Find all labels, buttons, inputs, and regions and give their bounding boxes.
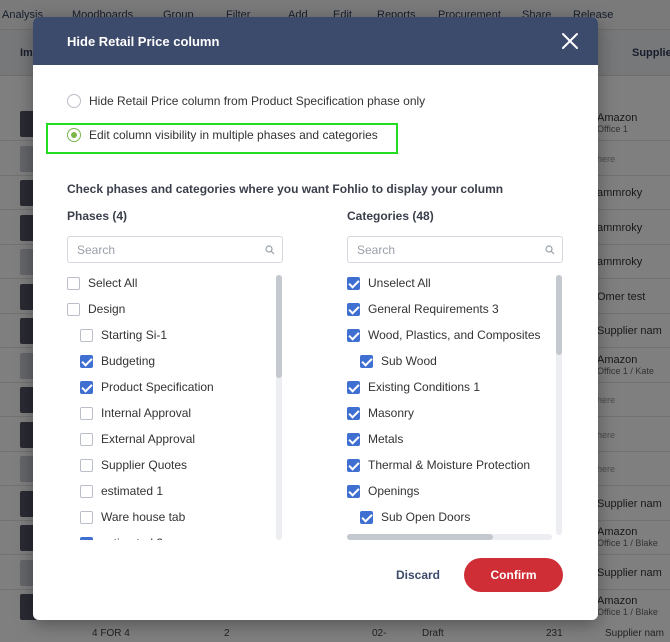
categories-item[interactable]: Openings [347, 484, 419, 498]
categories-item[interactable]: Unselect All [347, 276, 431, 290]
categories-item[interactable]: Existing Conditions 1 [347, 380, 480, 394]
checkbox[interactable] [80, 380, 93, 394]
phases-item[interactable]: Ware house tab [80, 510, 185, 524]
item-label: External Approval [101, 432, 196, 446]
discard-button[interactable]: Discard [383, 558, 453, 592]
phases-item[interactable]: Design [67, 302, 125, 316]
dialog-header: Hide Retail Price column [33, 17, 598, 65]
checkbox[interactable] [347, 406, 360, 420]
item-label: Wood, Plastics, and Composites [368, 328, 541, 342]
item-label: Existing Conditions 1 [368, 380, 481, 394]
phases-search [67, 236, 283, 263]
option-label: Edit column visibility in multiple phase… [89, 128, 378, 142]
checkbox[interactable] [80, 458, 93, 472]
checkbox[interactable] [80, 354, 93, 368]
checkbox[interactable] [347, 458, 360, 472]
item-label: Masonry [368, 406, 415, 420]
item-label: Design [88, 302, 126, 316]
checkbox[interactable] [360, 510, 373, 524]
scrollbar-thumb[interactable] [556, 275, 562, 355]
item-label: estimated 2 [101, 536, 163, 540]
item-label: Supplier Quotes [101, 458, 188, 472]
item-label: Starting Si-1 [101, 328, 168, 342]
scrollbar-thumb[interactable] [276, 275, 282, 378]
dialog-title: Hide Retail Price column [67, 33, 220, 49]
phases-search-input[interactable] [68, 237, 248, 262]
categories-scrollbar[interactable] [556, 275, 562, 535]
item-label: General Requirements 3 [368, 302, 499, 316]
categories-item[interactable]: Sub Open Doors [360, 510, 470, 524]
confirm-button[interactable]: Confirm [464, 558, 563, 592]
item-label: Internal Approval [101, 406, 192, 420]
phases-scrollbar[interactable] [276, 275, 282, 540]
option-multiple-phases[interactable]: Edit column visibility in multiple phase… [67, 128, 378, 142]
categories-search [347, 236, 563, 263]
phases-item[interactable]: Supplier Quotes [80, 458, 187, 472]
phases-list: Select All Design Starting Si-1 Budgeting Pr… [67, 272, 277, 540]
option-label: Hide Retail Price column from Product Sp… [89, 94, 426, 108]
categories-hscrollbar[interactable] [347, 534, 552, 540]
categories-list: Unselect All General Requirements 3 Wood, … [347, 272, 552, 540]
checkbox[interactable] [80, 536, 93, 540]
phases-item[interactable]: External Approval [80, 432, 195, 446]
item-label: Thermal & Moisture Protection [368, 458, 531, 472]
radio-button[interactable] [67, 94, 81, 108]
phases-item[interactable]: Internal Approval [80, 406, 191, 420]
item-label: Sub Open Doors [381, 510, 471, 524]
categories-item[interactable]: Wood, Plastics, and Composites [347, 328, 541, 342]
search-icon [265, 245, 275, 255]
checkbox[interactable] [347, 432, 360, 446]
item-label: Openings [368, 484, 420, 498]
phases-item[interactable]: estimated 1 [80, 484, 163, 498]
categories-item[interactable]: Thermal & Moisture Protection [347, 458, 530, 472]
checkbox[interactable] [347, 328, 360, 342]
checkbox[interactable] [347, 302, 360, 316]
scrollbar-thumb[interactable] [347, 534, 493, 540]
checkbox[interactable] [360, 354, 373, 368]
checkbox[interactable] [80, 510, 93, 524]
checkbox[interactable] [347, 484, 360, 498]
item-label: Metals [368, 432, 404, 446]
checkbox[interactable] [67, 302, 80, 316]
item-label: Unselect All [368, 276, 431, 290]
item-label: estimated 1 [101, 484, 164, 498]
phases-item[interactable]: Product Specification [80, 380, 214, 394]
item-label: Product Specification [101, 380, 214, 394]
phases-item[interactable]: estimated 2 [80, 536, 163, 540]
item-label: Budgeting [101, 354, 156, 368]
categories-item[interactable]: Masonry [347, 406, 414, 420]
phases-item[interactable]: Starting Si-1 [80, 328, 167, 342]
phases-item[interactable]: Select All [67, 276, 137, 290]
phases-item[interactable]: Budgeting [80, 354, 155, 368]
checkbox[interactable] [80, 328, 93, 342]
close-icon[interactable] [558, 29, 582, 53]
section-title: Check phases and categories where you wa… [67, 182, 504, 196]
categories-search-input[interactable] [348, 237, 528, 262]
item-label: Sub Wood [381, 354, 437, 368]
checkbox[interactable] [347, 380, 360, 394]
phases-title: Phases (4) [67, 209, 128, 223]
checkbox[interactable] [67, 276, 80, 290]
option-product-spec-only[interactable]: Hide Retail Price column from Product Sp… [67, 94, 425, 108]
hide-column-dialog: Hide Retail Price column Hide Retail Pri… [33, 17, 598, 620]
item-label: Ware house tab [101, 510, 186, 524]
categories-item[interactable]: Metals [347, 432, 403, 446]
categories-item[interactable]: General Requirements 3 [347, 302, 499, 316]
checkbox[interactable] [80, 432, 93, 446]
categories-item[interactable]: Sub Wood [360, 354, 437, 368]
checkbox[interactable] [347, 276, 360, 290]
search-icon [545, 245, 555, 255]
item-label: Select All [88, 276, 138, 290]
categories-title: Categories (48) [347, 209, 434, 223]
radio-button[interactable] [67, 128, 81, 142]
checkbox[interactable] [80, 406, 93, 420]
checkbox[interactable] [80, 484, 93, 498]
